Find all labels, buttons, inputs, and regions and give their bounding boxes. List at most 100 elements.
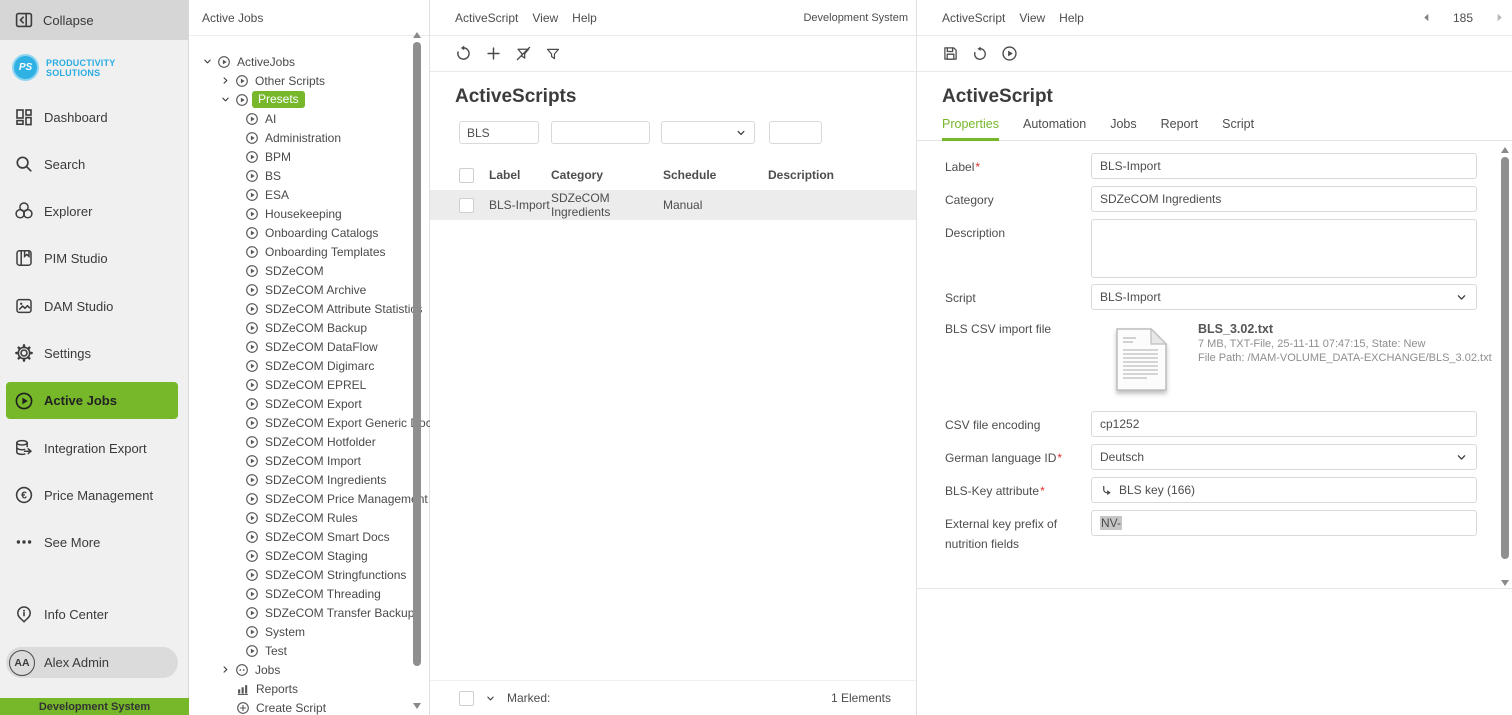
form-scrollbar[interactable]: [1499, 145, 1511, 588]
filter-icon[interactable]: [545, 46, 561, 62]
play-circle-icon: [245, 321, 259, 335]
tree-node-sdzecom-hotfolder[interactable]: SDZeCOM Hotfolder: [189, 432, 411, 451]
tree-node-sdzecom-digimarc[interactable]: SDZeCOM Digimarc: [189, 356, 411, 375]
scrollbar-thumb[interactable]: [1501, 157, 1509, 559]
tree-node-sdzecom-backup[interactable]: SDZeCOM Backup: [189, 318, 411, 337]
activescript-detail-panel: ActiveScript View Help 185 ActiveScript …: [916, 0, 1512, 715]
tree-node-other-scripts[interactable]: Other Scripts: [189, 71, 411, 90]
tree-node-sdzecom-threading[interactable]: SDZeCOM Threading: [189, 584, 411, 603]
chevron-down-icon[interactable]: [485, 693, 496, 704]
user-menu[interactable]: AA Alex Admin: [6, 647, 178, 678]
category-input[interactable]: [1091, 186, 1477, 212]
tree-node-system[interactable]: System: [189, 622, 411, 641]
menu-activescript[interactable]: ActiveScript: [455, 11, 518, 25]
table-row-bls-import[interactable]: BLS-Import SDZeCOM Ingredients Manual: [430, 190, 916, 220]
tree-node-sdzecom-eprel[interactable]: SDZeCOM EPREL: [189, 375, 411, 394]
chevron-down-icon[interactable]: [220, 94, 231, 105]
row-checkbox[interactable]: [459, 198, 474, 213]
chevron-down-icon[interactable]: [202, 56, 213, 67]
script-field-caption: Script: [945, 291, 976, 305]
tree-node-jobs[interactable]: Jobs: [189, 660, 411, 679]
label-input[interactable]: [1091, 153, 1477, 179]
scroll-up-arrow[interactable]: [1501, 147, 1509, 153]
tree-node-sdzecom-import[interactable]: SDZeCOM Import: [189, 451, 411, 470]
select-all-checkbox[interactable]: [459, 168, 474, 183]
encoding-input[interactable]: [1091, 411, 1477, 437]
scroll-down-arrow[interactable]: [413, 703, 421, 709]
play-circle-icon: [245, 473, 259, 487]
collapse-label: Collapse: [43, 13, 94, 28]
collapse-button[interactable]: Collapse: [0, 0, 188, 40]
tree-node-sdzecom-staging[interactable]: SDZeCOM Staging: [189, 546, 411, 565]
label-filter-input[interactable]: [459, 121, 539, 144]
sidebar-item-pim-studio[interactable]: PIM Studio: [14, 248, 108, 268]
sidebar-item-see-more[interactable]: See More: [14, 532, 100, 552]
clear-filter-icon[interactable]: [515, 45, 532, 62]
tree-node-sdzecom-price-management[interactable]: SDZeCOM Price Management: [189, 489, 411, 508]
sidebar-item-price-management[interactable]: Price Management: [14, 485, 153, 505]
tree-node-sdzecom-export-generic-docs[interactable]: SDZeCOM Export Generic Docs: [189, 413, 411, 432]
tree-node-sdzecom-export[interactable]: SDZeCOM Export: [189, 394, 411, 413]
pause-circle-icon: [235, 663, 249, 677]
menu-view[interactable]: View: [532, 11, 558, 25]
description-textarea[interactable]: [1091, 219, 1477, 278]
tree-node-create-script[interactable]: Create Script: [189, 698, 411, 715]
tree-node-sdzecom-transfer-backup[interactable]: SDZeCOM Transfer Backup: [189, 603, 411, 622]
tree-node-sdzecom-rules[interactable]: SDZeCOM Rules: [189, 508, 411, 527]
description-filter-input[interactable]: [769, 121, 822, 144]
tree-node-esa[interactable]: ESA: [189, 185, 411, 204]
label-field-caption: Label: [945, 160, 980, 174]
tree-node-bs[interactable]: BS: [189, 166, 411, 185]
sidebar-item-settings[interactable]: Settings: [14, 343, 91, 363]
sidebar-item-explorer[interactable]: Explorer: [14, 201, 92, 221]
sidebar-item-integration-export[interactable]: Integration Export: [14, 438, 147, 458]
document-file-icon[interactable]: [1113, 328, 1170, 394]
sidebar-item-active-jobs[interactable]: Active Jobs: [6, 382, 178, 419]
sidebar-item-info-center[interactable]: Info Center: [14, 604, 108, 624]
tree-node-administration[interactable]: Administration: [189, 128, 411, 147]
menu-help[interactable]: Help: [572, 11, 597, 25]
scrollbar-thumb[interactable]: [413, 42, 421, 666]
chevron-right-icon[interactable]: [220, 75, 231, 86]
refresh-icon[interactable]: [455, 45, 472, 62]
tree-node-sdzecom-smart-docs[interactable]: SDZeCOM Smart Docs: [189, 527, 411, 546]
sidebar-item-dashboard[interactable]: Dashboard: [14, 107, 108, 127]
bls-key-attribute-field[interactable]: BLS key (166): [1091, 477, 1477, 503]
scroll-down-arrow[interactable]: [1501, 580, 1509, 586]
tree-node-sdzecom-stringfunctions[interactable]: SDZeCOM Stringfunctions: [189, 565, 411, 584]
script-select[interactable]: BLS-Import: [1091, 284, 1477, 310]
tree-node-reports[interactable]: Reports: [189, 679, 411, 698]
scroll-up-arrow[interactable]: [413, 32, 421, 38]
play-circle-icon: [245, 169, 259, 183]
tree-node-ai[interactable]: AI: [189, 109, 411, 128]
sidebar-item-dam-studio[interactable]: DAM Studio: [14, 296, 113, 316]
tree-node-sdzecom[interactable]: SDZeCOM: [189, 261, 411, 280]
element-count: 1 Elements: [831, 691, 891, 705]
tree-node-sdzecom-archive[interactable]: SDZeCOM Archive: [189, 280, 411, 299]
sidebar-item-search[interactable]: Search: [14, 154, 85, 174]
category-filter-input[interactable]: [551, 121, 650, 144]
tree-node-sdzecom-dataflow[interactable]: SDZeCOM DataFlow: [189, 337, 411, 356]
german-language-select[interactable]: Deutsch: [1091, 444, 1477, 470]
tree-node-sdzecom-ingredients[interactable]: SDZeCOM Ingredients: [189, 470, 411, 489]
brand-logo[interactable]: PS PRODUCTIVITY SOLUTIONS: [12, 54, 115, 81]
play-circle-icon: [245, 511, 259, 525]
column-header-label: Label: [489, 168, 551, 182]
prefix-field-caption-line2: nutrition fields: [945, 537, 1019, 551]
play-circle-icon: [245, 226, 259, 240]
tree-node-activejobs[interactable]: ActiveJobs: [189, 52, 411, 71]
add-icon[interactable]: [485, 45, 502, 62]
tree-node-onboarding-templates[interactable]: Onboarding Templates: [189, 242, 411, 261]
tree-node-housekeeping[interactable]: Housekeeping: [189, 204, 411, 223]
schedule-filter-select[interactable]: [661, 121, 755, 144]
prefix-input[interactable]: NV-: [1091, 510, 1477, 536]
tree-node-presets-selected[interactable]: Presets: [189, 90, 411, 109]
tree-scrollbar[interactable]: [411, 28, 423, 715]
list-menubar: ActiveScript View Help Development Syste…: [430, 0, 916, 36]
marked-checkbox[interactable]: [459, 691, 474, 706]
tree-node-sdzecom-attribute-statistics[interactable]: SDZeCOM Attribute Statistics: [189, 299, 411, 318]
tree-node-test[interactable]: Test: [189, 641, 411, 660]
tree-node-onboarding-catalogs[interactable]: Onboarding Catalogs: [189, 223, 411, 242]
chevron-right-icon[interactable]: [220, 664, 231, 675]
tree-node-bpm[interactable]: BPM: [189, 147, 411, 166]
